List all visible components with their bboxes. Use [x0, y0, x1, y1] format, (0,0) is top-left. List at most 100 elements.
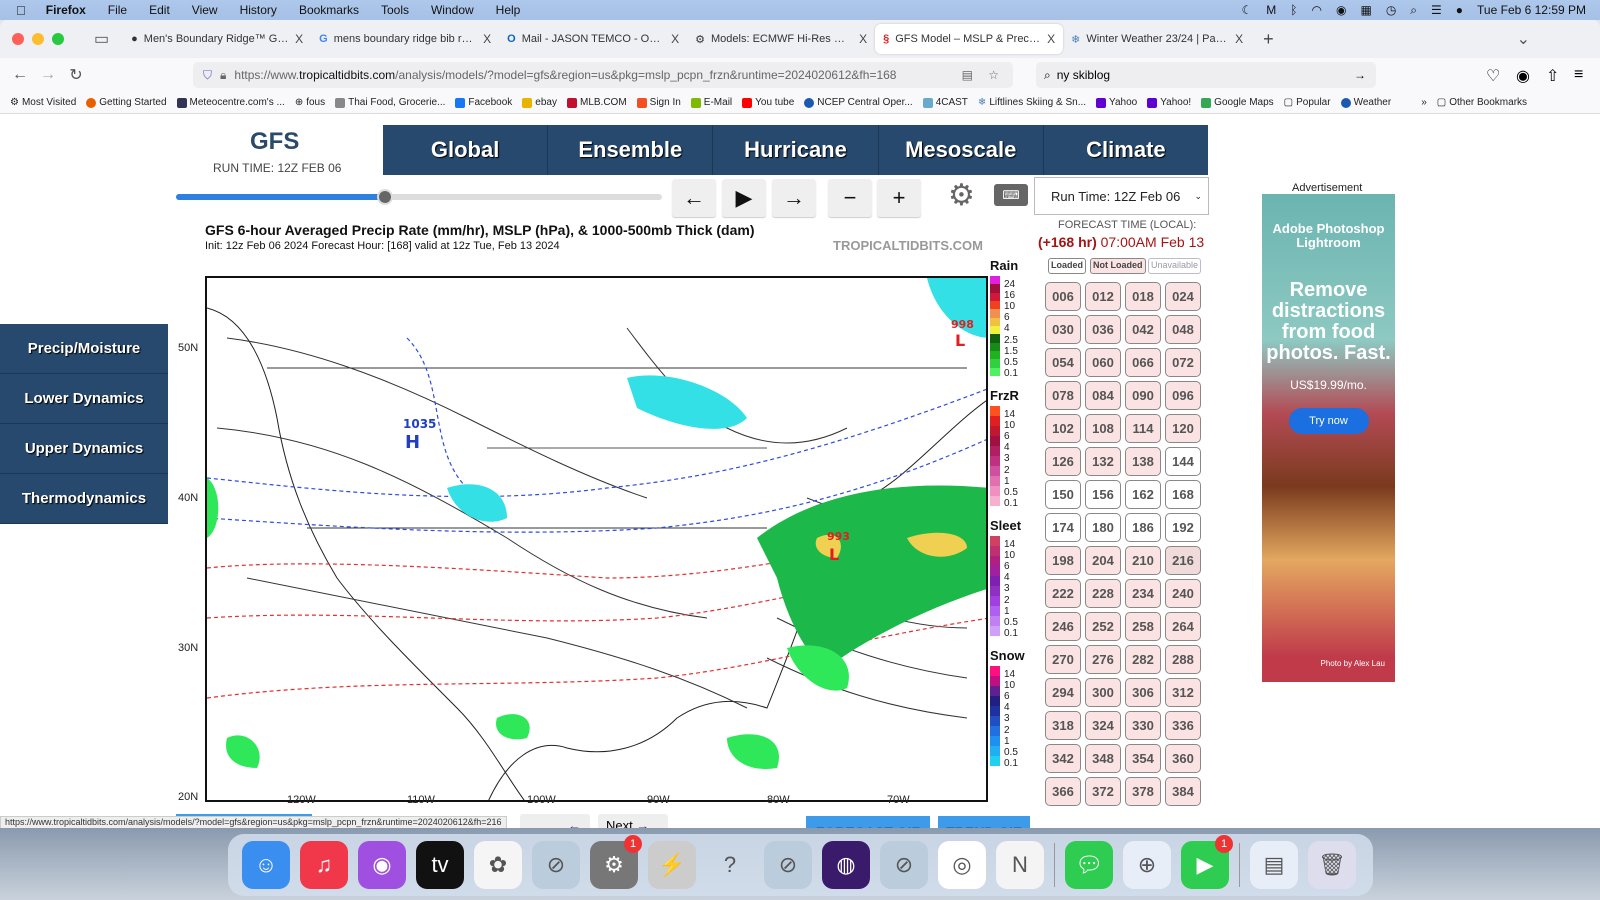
account-icon[interactable]: ◉ [1516, 66, 1530, 86]
bookmark-google-maps[interactable]: Google Maps [1201, 97, 1274, 108]
nav-lower-dynamics[interactable]: Lower Dynamics [0, 374, 168, 424]
nav-mesoscale[interactable]: Mesoscale [879, 125, 1044, 175]
forecast-hour-button[interactable]: 102 [1045, 414, 1081, 443]
bookmark-4cast[interactable]: 4CAST [922, 97, 968, 108]
forecast-hour-button[interactable]: 042 [1125, 315, 1161, 344]
slider-handle[interactable] [376, 189, 393, 205]
menu-edit[interactable]: Edit [149, 3, 170, 17]
menu-bookmarks[interactable]: Bookmarks [299, 3, 359, 17]
dock-messages[interactable]: 💬︎ [1065, 841, 1113, 889]
forecast-hour-button[interactable]: 378 [1125, 777, 1161, 806]
dock-system-settings[interactable]: ⚙ 1 [590, 835, 642, 889]
forecast-hour-button[interactable]: 084 [1085, 381, 1121, 410]
dock-tv[interactable]: tv [416, 841, 464, 889]
forecast-hour-button[interactable]: 174 [1045, 513, 1081, 542]
forecast-hour-button[interactable]: 360 [1165, 744, 1201, 773]
forecast-hour-button[interactable]: 258 [1125, 612, 1161, 641]
forecast-hour-button[interactable]: 228 [1085, 579, 1121, 608]
pocket-icon[interactable]: ♡ [1486, 66, 1500, 86]
close-tab-icon[interactable]: X [483, 32, 491, 46]
forecast-gif-button[interactable]: FORECAST GIF [806, 816, 930, 828]
dock-disabled-app-3[interactable]: ⊘ [880, 841, 928, 889]
advertisement[interactable]: Adobe Photoshop Lightroom Remove distrac… [1262, 194, 1395, 682]
extensions-icon[interactable]: ⇧ [1546, 66, 1559, 86]
bookmark-facebook[interactable]: Facebook [455, 97, 512, 108]
tab-2[interactable]: O Mail - JASON TEMCO - Outlook X [499, 24, 687, 54]
bookmark-sign-in[interactable]: Sign In [636, 97, 681, 108]
bookmark-getting-started[interactable]: Getting Started [86, 97, 167, 108]
forecast-hour-button[interactable]: 060 [1085, 348, 1121, 377]
bookmark-mlb[interactable]: MLB.COM [566, 97, 627, 108]
url-bar[interactable]: ⛉ 🔒︎ https://www.tropicaltidbits.com/ana… [193, 62, 1013, 88]
forecast-hour-button[interactable]: 336 [1165, 711, 1201, 740]
more-bookmarks-chevron-icon[interactable]: » [1421, 97, 1427, 108]
menu-history[interactable]: History [240, 3, 277, 17]
forecast-hour-button[interactable]: 234 [1125, 579, 1161, 608]
ad-try-now-button[interactable]: Try now [1288, 408, 1369, 434]
bluetooth-icon[interactable]: ᛒ [1290, 3, 1297, 17]
dock-photos[interactable]: ✿ [474, 841, 522, 889]
forecast-hour-button[interactable]: 252 [1085, 612, 1121, 641]
forecast-hour-button[interactable]: 384 [1165, 777, 1201, 806]
forecast-hour-button[interactable]: 006 [1045, 282, 1081, 311]
forecast-hour-button[interactable]: 366 [1045, 777, 1081, 806]
reload-button[interactable]: ↻ [62, 65, 90, 85]
moon-icon[interactable]: ☾ [1242, 3, 1253, 17]
list-tabs-chevron-icon[interactable]: ⌄ [1517, 29, 1530, 49]
search-input[interactable]: ny skiblog [1057, 68, 1110, 82]
forecast-hour-button[interactable]: 318 [1045, 711, 1081, 740]
apple-icon[interactable]:  [16, 3, 26, 18]
bookmark-popular[interactable]: ▢ Popular [1284, 97, 1331, 108]
dock-disabled-app[interactable]: ⊘ [532, 841, 580, 889]
nav-hurricane[interactable]: Hurricane [713, 125, 879, 175]
forecast-hour-button[interactable]: 330 [1125, 711, 1161, 740]
play-button[interactable]: ▶ [722, 179, 766, 217]
keyboard-icon[interactable]: ⌨ [994, 184, 1028, 206]
nav-climate[interactable]: Climate [1044, 125, 1208, 175]
forecast-hour-button[interactable]: 276 [1085, 645, 1121, 674]
run-time-select[interactable]: Run Time: 12Z Feb 06 ⌄ [1034, 177, 1209, 215]
bookmark-thai-food[interactable]: Thai Food, Grocerie... [335, 97, 445, 108]
forecast-hour-button[interactable]: 114 [1125, 414, 1161, 443]
nav-precip-moisture[interactable]: Precip/Moisture [0, 324, 168, 374]
bookmark-meteocentre[interactable]: Meteocentre.com's ... [176, 97, 285, 108]
wifi-icon[interactable]: ◠ [1312, 3, 1322, 17]
dock-podcasts[interactable]: ◉ [358, 841, 406, 889]
forecast-hour-button[interactable]: 186 [1125, 513, 1161, 542]
bookmark-other[interactable]: ▢ Other Bookmarks [1437, 97, 1527, 108]
forecast-hour-button[interactable]: 192 [1165, 513, 1201, 542]
zoom-in-button[interactable]: + [877, 179, 921, 217]
close-tab-icon[interactable]: X [671, 32, 679, 46]
tab-overview-icon[interactable]: ▭ [94, 29, 109, 49]
forecast-hour-button[interactable]: 096 [1165, 381, 1201, 410]
forecast-hour-button[interactable]: 120 [1165, 414, 1201, 443]
menu-view[interactable]: View [192, 3, 218, 17]
nav-global[interactable]: Global [383, 125, 549, 175]
dock-news[interactable]: N [996, 841, 1044, 889]
prev-button[interactable]: ← [520, 814, 590, 828]
forecast-hour-button[interactable]: 354 [1125, 744, 1161, 773]
search-bar[interactable]: ⌕ ny skiblog → [1036, 62, 1376, 88]
forecast-hour-button[interactable]: 072 [1165, 348, 1201, 377]
forecast-hour-button[interactable]: 054 [1045, 348, 1081, 377]
menu-window[interactable]: Window [431, 3, 474, 17]
forecast-hour-button[interactable]: 210 [1125, 546, 1161, 575]
tab-5[interactable]: ❄ Winter Weather 23/24 | Page 45 X [1063, 24, 1251, 54]
next-frame-button[interactable]: → [772, 179, 816, 217]
shield-icon[interactable]: ⛉ [203, 68, 212, 83]
model-name[interactable]: GFS [250, 128, 299, 156]
forecast-hour-button[interactable]: 216 [1165, 546, 1201, 575]
next-button[interactable]: Next → [598, 814, 668, 828]
forecast-hour-button[interactable]: 048 [1165, 315, 1201, 344]
nav-upper-dynamics[interactable]: Upper Dynamics [0, 424, 168, 474]
forecast-hour-button[interactable]: 078 [1045, 381, 1081, 410]
forecast-hour-button[interactable]: 144 [1165, 447, 1201, 476]
forecast-hour-button[interactable]: 372 [1085, 777, 1121, 806]
dock-facetime[interactable]: ▶ 1 [1181, 835, 1233, 889]
bookmark-liftlines[interactable]: ❄ Liftlines Skiing & Sn... [978, 97, 1086, 108]
forecast-hour-button[interactable]: 090 [1125, 381, 1161, 410]
forecast-hour-button[interactable]: 288 [1165, 645, 1201, 674]
tab-0[interactable]: ● Men's Boundary Ridge™ GORE- X [123, 24, 311, 54]
trend-gif-button[interactable]: TREND GIF [938, 816, 1030, 828]
bookmark-weather[interactable]: Weather [1340, 97, 1391, 108]
